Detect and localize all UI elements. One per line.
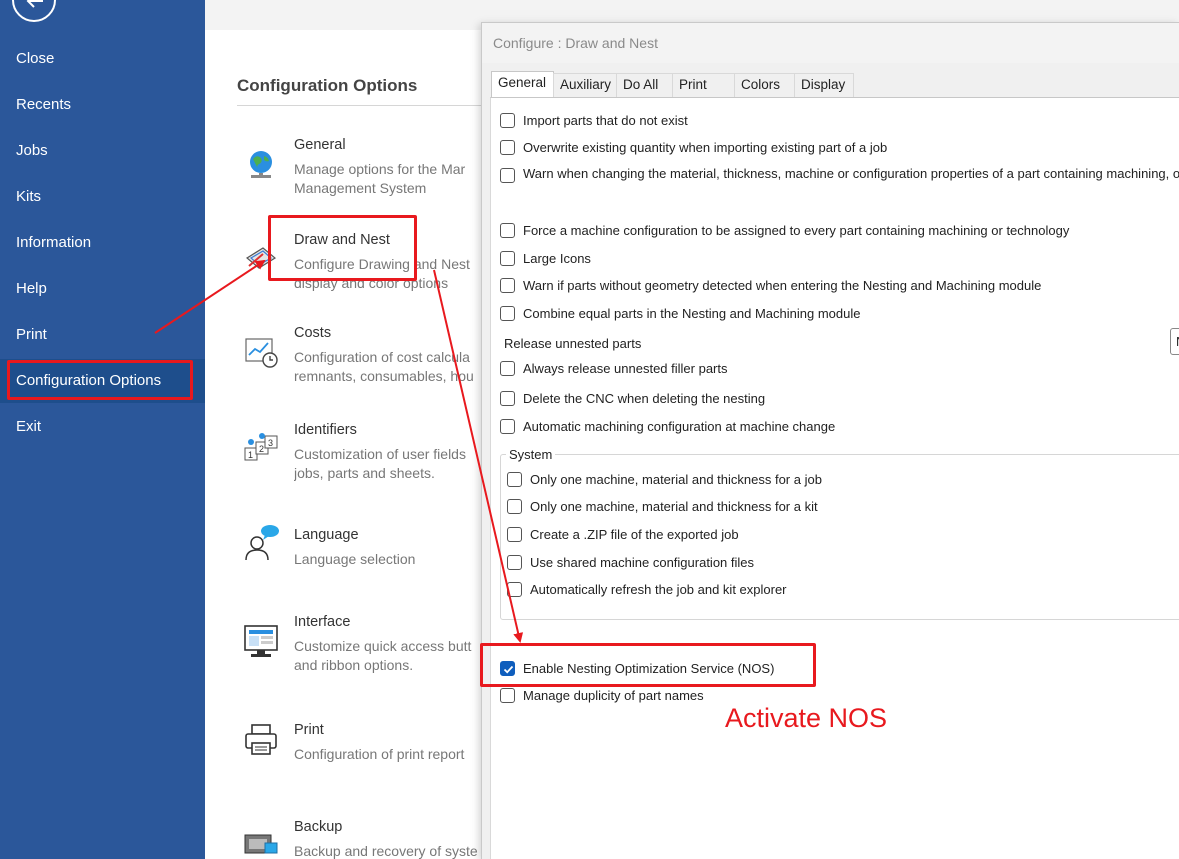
checkbox-delete-cnc[interactable]: Delete the CNC when deleting the nesting — [500, 391, 765, 406]
checkbox-box[interactable] — [500, 391, 515, 406]
checkbox-box[interactable] — [507, 555, 522, 570]
identifiers-icon: 1 2 3 — [243, 430, 279, 466]
checkbox-warn-material-change[interactable]: Warn when changing the material, thickne… — [500, 166, 1179, 183]
checkbox-force-machine-config[interactable]: Force a machine configuration to be assi… — [500, 223, 1069, 238]
checkbox-create-zip[interactable]: Create a .ZIP file of the exported job — [507, 527, 739, 542]
sidebar-item-information[interactable]: Information — [0, 221, 205, 265]
sidebar-item-help[interactable]: Help — [0, 267, 205, 311]
option-title: Costs — [294, 325, 332, 341]
checkbox-overwrite-quantity[interactable]: Overwrite existing quantity when importi… — [500, 140, 887, 155]
dialog-body: General Auxiliary Do All Print Colors Di… — [482, 63, 1179, 859]
sidebar-item-close[interactable]: Close — [0, 37, 205, 81]
checkbox-box[interactable] — [500, 168, 515, 183]
option-title: Backup — [294, 819, 343, 835]
option-description: Backup and recovery of syste — [294, 843, 478, 859]
checkbox-import-parts[interactable]: Import parts that do not exist — [500, 113, 688, 128]
checkbox-manage-duplicity[interactable]: Manage duplicity of part names — [500, 688, 704, 703]
checkbox-box[interactable] — [500, 688, 515, 703]
tab-display[interactable]: Display — [794, 73, 854, 97]
checkbox-box[interactable] — [500, 140, 515, 155]
dialog-title: Configure : Draw and Nest — [493, 35, 658, 51]
configuration-options-panel: Configuration Options General Manage opt… — [205, 30, 505, 859]
sidebar-item-jobs[interactable]: Jobs — [0, 129, 205, 173]
checkbox-combine-equal-parts[interactable]: Combine equal parts in the Nesting and M… — [500, 306, 860, 321]
release-unnested-label: Release unnested parts — [504, 336, 642, 351]
svg-text:2: 2 — [259, 444, 264, 454]
checkbox-one-machine-kit[interactable]: Only one machine, material and thickness… — [507, 499, 818, 514]
highlight-enable-nos — [480, 643, 816, 687]
highlight-draw-and-nest — [268, 215, 417, 281]
printer-icon — [243, 722, 279, 758]
sidebar-item-print[interactable]: Print — [0, 313, 205, 357]
option-description: Language selection — [294, 551, 416, 567]
checkbox-box[interactable] — [500, 223, 515, 238]
sidebar-item-kits[interactable]: Kits — [0, 175, 205, 219]
checkbox-large-icons[interactable]: Large Icons — [500, 251, 591, 266]
option-description: Configuration of cost calcula remnants, c… — [294, 349, 474, 384]
checkbox-box[interactable] — [507, 499, 522, 514]
option-title: Interface — [294, 614, 351, 630]
checkbox-box[interactable] — [500, 306, 515, 321]
svg-text:3: 3 — [268, 438, 273, 448]
divider — [237, 105, 497, 106]
system-group-title: System — [506, 447, 556, 462]
release-unnested-select[interactable]: N — [1170, 328, 1179, 355]
checkbox-auto-refresh-explorer[interactable]: Automatically refresh the job and kit ex… — [507, 582, 787, 597]
checkbox-warn-no-geometry[interactable]: Warn if parts without geometry detected … — [500, 278, 1041, 293]
option-description: Manage options for the Mar Management Sys… — [294, 161, 466, 196]
tab-print[interactable]: Print — [672, 73, 735, 97]
checkbox-box[interactable] — [507, 527, 522, 542]
checkbox-box[interactable] — [507, 472, 522, 487]
globe-icon — [243, 147, 279, 183]
checkbox-auto-machining-config[interactable]: Automatic machining configuration at mac… — [500, 419, 835, 434]
checkbox-box[interactable] — [500, 361, 515, 376]
dialog-title-bar[interactable]: Configure : Draw and Nest — [482, 23, 1179, 63]
checkbox-box[interactable] — [500, 251, 515, 266]
backstage-sidebar: Close Recents Jobs Kits Information Help… — [0, 0, 205, 859]
back-arrow-icon[interactable] — [12, 0, 56, 22]
checkbox-box[interactable] — [500, 419, 515, 434]
option-title: Identifiers — [294, 422, 357, 438]
highlight-configuration-options — [7, 360, 193, 400]
language-icon — [243, 523, 279, 561]
tab-colors[interactable]: Colors — [734, 73, 795, 97]
option-description: Customize quick access butt and ribbon op… — [294, 638, 472, 673]
backup-icon — [243, 823, 279, 859]
checkbox-box[interactable] — [500, 113, 515, 128]
checkbox-shared-machine-config[interactable]: Use shared machine configuration files — [507, 555, 754, 570]
options-title: Configuration Options — [237, 76, 418, 95]
cost-chart-icon — [243, 333, 279, 369]
checkbox-box[interactable] — [507, 582, 522, 597]
option-description: Customization of user fields jobs, parts … — [294, 446, 466, 481]
option-description: Configuration of print report — [294, 746, 465, 762]
tab-general[interactable]: General — [491, 71, 554, 98]
sidebar-item-recents[interactable]: Recents — [0, 83, 205, 127]
checkbox-release-filler[interactable]: Always release unnested filler parts — [500, 361, 728, 376]
option-title: General — [294, 137, 346, 153]
option-title: Print — [294, 722, 324, 738]
checkbox-box[interactable] — [500, 278, 515, 293]
annotation-activate-nos: Activate NOS — [725, 703, 888, 733]
tab-do-all[interactable]: Do All — [616, 73, 673, 97]
option-title: Language — [294, 527, 359, 543]
sidebar-item-exit[interactable]: Exit — [0, 405, 205, 449]
svg-text:1: 1 — [248, 450, 253, 460]
checkbox-one-machine-job[interactable]: Only one machine, material and thickness… — [507, 472, 822, 487]
tab-panel-general: Import parts that do not exist Overwrite… — [490, 97, 1179, 859]
tab-auxiliary[interactable]: Auxiliary — [553, 73, 617, 97]
monitor-icon — [243, 624, 279, 660]
